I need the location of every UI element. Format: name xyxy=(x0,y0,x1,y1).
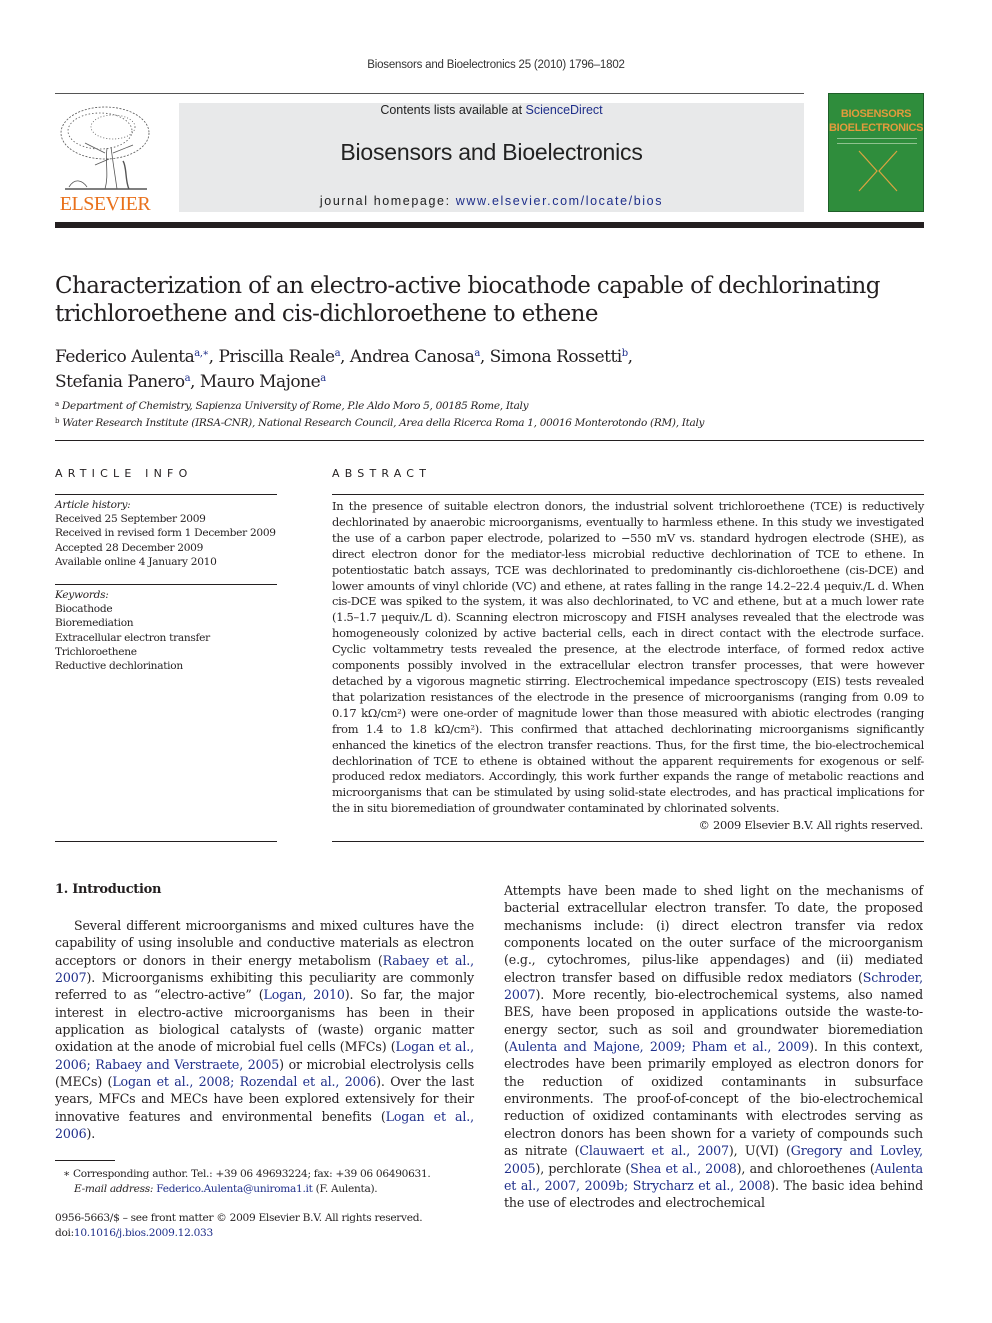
keyword-item: Biocathode xyxy=(55,603,113,616)
contents-availability: Contents lists available at ScienceDirec… xyxy=(179,103,804,117)
body-text: ). xyxy=(86,1126,96,1142)
affiliation-marker[interactable]: a xyxy=(320,373,326,384)
author[interactable]: Priscilla Realea xyxy=(218,347,340,367)
doi-link[interactable]: 10.1016/j.bios.2009.12.033 xyxy=(74,1227,213,1239)
section-heading-introduction: 1. Introduction xyxy=(55,882,162,897)
journal-homepage: journal homepage: www.elsevier.com/locat… xyxy=(179,194,804,208)
article-info-rule xyxy=(55,494,277,495)
keyword-item: Bioremediation xyxy=(55,617,134,630)
body-text: Attempts have been made to shed light on… xyxy=(504,883,923,985)
abstract-text: In the presence of suitable electron don… xyxy=(332,499,924,816)
footnote-marker: ∗ xyxy=(63,1168,70,1180)
author[interactable]: Simona Rossettib xyxy=(490,347,628,367)
email-link[interactable]: Federico.Aulenta@uniroma1.it xyxy=(156,1183,313,1195)
intro-paragraph-right: Attempts have been made to shed light on… xyxy=(504,882,923,1212)
keyword-item: Trichloroethene xyxy=(55,645,137,658)
cover-hourglass-graphic xyxy=(858,150,898,192)
homepage-link[interactable]: www.elsevier.com/locate/bios xyxy=(456,194,663,208)
affiliations: a Department of Chemistry, Sapienza Univ… xyxy=(55,397,915,431)
history-item: Received 25 September 2009 xyxy=(55,513,206,526)
running-head: Biosensors and Bioelectronics 25 (2010) … xyxy=(367,59,625,71)
email-label: E-mail address: xyxy=(74,1183,154,1195)
affiliation-marker[interactable]: a,∗ xyxy=(194,348,209,359)
article-info-heading: ARTICLE INFO xyxy=(55,467,193,480)
doi-label: doi: xyxy=(55,1227,74,1239)
author[interactable]: Federico Aulentaa,∗ xyxy=(55,347,209,367)
cover-subtitle-lines xyxy=(837,138,917,144)
intro-paragraph-left: Several different microorganisms and mix… xyxy=(55,917,474,1142)
body-text: ), perchlorate ( xyxy=(535,1160,631,1176)
author[interactable]: Andrea Canosaa xyxy=(350,347,481,367)
elsevier-wordmark: ELSEVIER xyxy=(59,193,151,215)
keyword-item: Reductive dechlorination xyxy=(55,660,183,673)
footnote-rule xyxy=(55,1160,115,1161)
abstract-bottom-rule xyxy=(332,841,924,842)
front-matter-line: 0956-5663/$ – see front matter © 2009 El… xyxy=(55,1212,423,1224)
keywords-label: Keywords: xyxy=(55,589,109,601)
abstract-rule xyxy=(332,494,924,495)
cover-title-line2: BIOELECTRONICS xyxy=(829,122,924,134)
author-list: Federico Aulentaa,∗, Priscilla Realea, A… xyxy=(55,347,633,392)
journal-title: Biosensors and Bioelectronics xyxy=(340,139,643,165)
affiliation-item: b Water Research Institute (IRSA-CNR), N… xyxy=(55,417,705,429)
body-text: ), and chloroethenes ( xyxy=(736,1160,875,1176)
article-info-bottom-rule xyxy=(55,841,277,842)
masthead-rule xyxy=(55,93,804,94)
sciencedirect-link[interactable]: ScienceDirect xyxy=(526,103,603,117)
history-label: Article history: xyxy=(55,499,131,511)
corresponding-author-footnote: ∗ Corresponding author. Tel.: +39 06 496… xyxy=(63,1168,431,1195)
history-item: Available online 4 January 2010 xyxy=(55,555,217,568)
author[interactable]: Stefania Paneroa xyxy=(55,372,191,392)
header-divider xyxy=(55,440,924,441)
affiliation-item: a Department of Chemistry, Sapienza Univ… xyxy=(55,400,529,412)
citation-link[interactable]: Logan, 2010 xyxy=(263,987,344,1002)
masthead-thick-rule xyxy=(55,222,924,228)
abstract-heading: ABSTRACT xyxy=(332,467,432,480)
article-history: Article history: Received 25 September 2… xyxy=(55,498,277,569)
keywords-rule xyxy=(55,584,277,585)
contents-prefix: Contents lists available at xyxy=(380,103,526,117)
body-text: ), U(VI) ( xyxy=(728,1143,791,1159)
cover-title-line1: BIOSENSORS xyxy=(840,108,912,120)
author[interactable]: Mauro Majonea xyxy=(200,372,326,392)
elsevier-tree-icon xyxy=(60,106,150,190)
article-title: Characterization of an electro-active bi… xyxy=(55,273,880,327)
front-matter: 0956-5663/$ – see front matter © 2009 El… xyxy=(55,1211,475,1241)
history-item: Received in revised form 1 December 2009 xyxy=(55,527,276,540)
journal-banner: Contents lists available at ScienceDirec… xyxy=(179,103,804,212)
citation-link[interactable]: Logan et al., 2008; Rozendal et al., 200… xyxy=(112,1074,376,1089)
history-item: Accepted 28 December 2009 xyxy=(55,541,204,554)
keywords: Keywords: Biocathode Bioremediation Extr… xyxy=(55,588,277,673)
keyword-item: Extracellular electron transfer xyxy=(55,631,210,644)
citation-link[interactable]: Aulenta and Majone, 2009; Pham et al., 2… xyxy=(509,1039,809,1054)
citation-link[interactable]: Clauwaert et al., 2007 xyxy=(579,1143,729,1158)
body-text: ). In this context, electrodes have been… xyxy=(504,1039,923,1159)
homepage-prefix: journal homepage: xyxy=(319,194,456,208)
journal-cover-thumbnail[interactable]: BIOSENSORS BIOELECTRONICS xyxy=(828,93,924,212)
abstract-copyright: © 2009 Elsevier B.V. All rights reserved… xyxy=(698,818,924,832)
citation-link[interactable]: Shea et al., 2008 xyxy=(630,1161,737,1176)
